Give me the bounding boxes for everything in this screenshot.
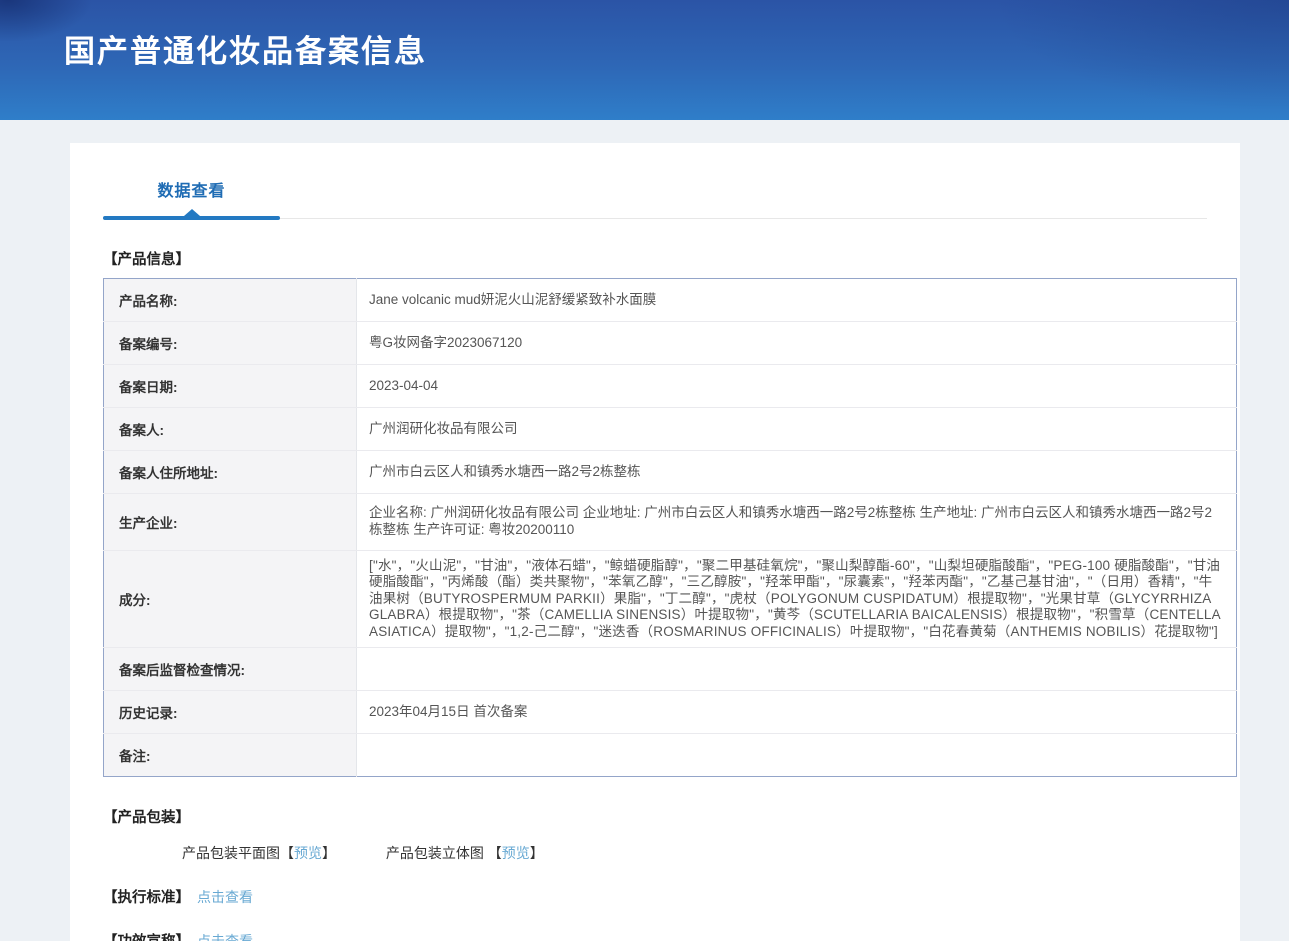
tab-data-view[interactable]: 数据查看 [103, 169, 280, 219]
row-label: 备案后监督检查情况: [104, 648, 357, 691]
row-value: 粤G妆网备字2023067120 [357, 322, 1237, 365]
tab-data-view-label: 数据查看 [157, 183, 225, 200]
table-row-filer: 备案人: 广州润研化妆品有限公司 [104, 408, 1237, 451]
packaging-flat-image-item: 产品包装平面图【预览】 [182, 845, 340, 861]
row-label: 备案日期: [104, 365, 357, 408]
content-card: 数据查看 【产品信息】 产品名称: Jane volcanic mud妍泥火山泥… [70, 143, 1240, 941]
table-row-filer-address: 备案人住所地址: 广州市白云区人和镇秀水塘西一路2号2栋整栋 [104, 451, 1237, 494]
row-label: 备案人住所地址: [104, 451, 357, 494]
efficacy-row: 【功效宣称】点击查看 [103, 930, 1207, 941]
packaging-flat-preview-link[interactable]: 预览 [294, 845, 322, 861]
table-row-filing-number: 备案编号: 粤G妆网备字2023067120 [104, 322, 1237, 365]
packaging-links-row: 产品包装平面图【预览】 产品包装立体图 【预览】 [103, 843, 1207, 863]
table-row-product-name: 产品名称: Jane volcanic mud妍泥火山泥舒缓紧致补水面膜 [104, 279, 1237, 322]
table-row-ingredients: 成分: ["水"，"火山泥"，"甘油"，"液体石蜡"，"鲸蜡硬脂醇"，"聚二甲基… [104, 550, 1237, 647]
tab-active-indicator [103, 216, 280, 220]
tab-bar: 数据查看 [103, 169, 1207, 219]
row-label: 备案人: [104, 408, 357, 451]
main-content: 数据查看 【产品信息】 产品名称: Jane volcanic mud妍泥火山泥… [0, 120, 1289, 941]
bracket-open: 【 [488, 845, 502, 861]
standards-label: 【执行标准】 [103, 890, 190, 906]
packaging-3d-image-label: 产品包装立体图 [386, 845, 488, 861]
row-value: 2023-04-04 [357, 365, 1237, 408]
row-value: 企业名称: 广州润研化妆品有限公司 企业地址: 广州市白云区人和镇秀水塘西一路2… [357, 494, 1237, 551]
row-value: 2023年04月15日 首次备案 [357, 691, 1237, 734]
page-title: 国产普通化妆品备案信息 [64, 26, 427, 71]
section-title-packaging: 【产品包装】 [103, 806, 1207, 827]
section-title-product-info: 【产品信息】 [103, 248, 1207, 269]
packaging-3d-preview-link[interactable]: 预览 [502, 845, 530, 861]
row-value: Jane volcanic mud妍泥火山泥舒缓紧致补水面膜 [357, 279, 1237, 322]
page-header-banner: 国产普通化妆品备案信息 [0, 0, 1289, 120]
packaging-flat-image-label: 产品包装平面图 [182, 845, 280, 861]
table-row-history: 历史记录: 2023年04月15日 首次备案 [104, 691, 1237, 734]
row-label: 备注: [104, 734, 357, 777]
standards-view-link[interactable]: 点击查看 [197, 889, 253, 905]
product-info-table: 产品名称: Jane volcanic mud妍泥火山泥舒缓紧致补水面膜 备案编… [103, 278, 1237, 777]
row-label: 成分: [104, 550, 357, 647]
row-value: 广州市白云区人和镇秀水塘西一路2号2栋整栋 [357, 451, 1237, 494]
bracket-open: 【 [280, 845, 294, 861]
row-label: 生产企业: [104, 494, 357, 551]
row-value [357, 734, 1237, 777]
table-row-filing-date: 备案日期: 2023-04-04 [104, 365, 1237, 408]
packaging-3d-image-item: 产品包装立体图 【预览】 [386, 845, 544, 861]
table-row-manufacturer: 生产企业: 企业名称: 广州润研化妆品有限公司 企业地址: 广州市白云区人和镇秀… [104, 494, 1237, 551]
row-value: ["水"，"火山泥"，"甘油"，"液体石蜡"，"鲸蜡硬脂醇"，"聚二甲基硅氧烷"… [357, 550, 1237, 647]
table-row-remarks: 备注: [104, 734, 1237, 777]
standards-row: 【执行标准】点击查看 [103, 886, 1207, 907]
row-value: 广州润研化妆品有限公司 [357, 408, 1237, 451]
row-label: 产品名称: [104, 279, 357, 322]
bracket-close: 】 [530, 845, 544, 861]
row-label: 备案编号: [104, 322, 357, 365]
bracket-close: 】 [322, 845, 336, 861]
efficacy-label: 【功效宣称】 [103, 934, 190, 941]
row-label: 历史记录: [104, 691, 357, 734]
efficacy-view-link[interactable]: 点击查看 [197, 933, 253, 941]
table-row-supervision: 备案后监督检查情况: [104, 648, 1237, 691]
row-value [357, 648, 1237, 691]
